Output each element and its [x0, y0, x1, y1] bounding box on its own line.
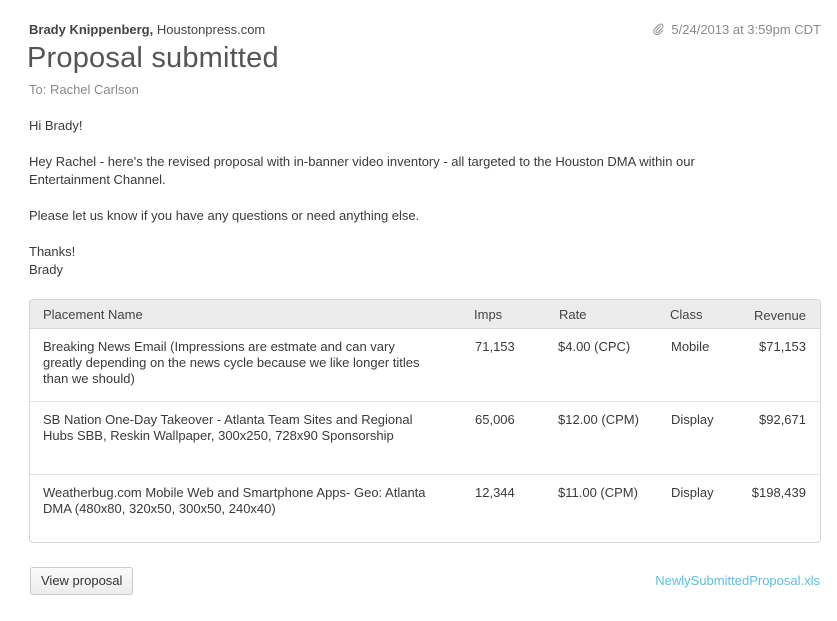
table-row: SB Nation One-Day Takeover - Atlanta Tea… — [30, 402, 820, 475]
sender-organization: Houstonpress.com — [156, 22, 266, 37]
signature: Brady — [29, 262, 63, 277]
placement-name: Weatherbug.com Mobile Web and Smartphone… — [43, 485, 426, 516]
header-imps: Imps — [474, 307, 503, 322]
placement-class: Display — [671, 485, 714, 500]
placement-revenue: $198,439 — [751, 485, 806, 500]
body-paragraph: Please let us know if you have any quest… — [29, 208, 420, 223]
table-row: Breaking News Email (Impressions are est… — [30, 329, 820, 402]
placement-revenue: $92,671 — [759, 412, 806, 427]
placement-rate: $11.00 (CPM) — [558, 485, 638, 500]
message-body: Hi Brady! Hey Rachel - here's the revise… — [29, 117, 709, 279]
placement-imps: 65,006 — [475, 412, 515, 427]
placement-revenue: $71,153 — [759, 339, 806, 354]
placement-imps: 12,344 — [475, 485, 515, 500]
placement-name: Breaking News Email (Impressions are est… — [43, 339, 420, 386]
placement-class: Display — [671, 412, 714, 427]
header-revenue: Revenue — [753, 308, 806, 323]
sender-name: Brady Knippenberg, — [29, 22, 154, 37]
attachment-link[interactable]: NewlySubmittedProposal.xls — [655, 573, 820, 588]
table-header: Placement Name Imps Rate Class Revenue — [30, 300, 820, 329]
placement-imps: 71,153 — [475, 339, 515, 354]
timestamp-text: 5/24/2013 at 3:59pm CDT — [671, 22, 821, 37]
placement-class: Mobile — [671, 339, 710, 354]
header-placement-name: Placement Name — [43, 307, 143, 322]
header-rate: Rate — [559, 307, 587, 322]
placement-rate: $12.00 (CPM) — [558, 412, 639, 427]
recipient: To: Rachel Carlson — [29, 82, 139, 97]
paperclip-icon — [652, 23, 665, 36]
placements-table: Placement Name Imps Rate Class Revenue B… — [29, 299, 821, 543]
message-title: Proposal submitted — [27, 42, 279, 74]
greeting: Hi Brady! — [29, 118, 83, 133]
view-proposal-button[interactable]: View proposal — [30, 567, 134, 595]
sender: Brady Knippenberg, Houstonpress.com — [29, 22, 265, 37]
signoff: Thanks! — [29, 244, 76, 259]
message-timestamp: 5/24/2013 at 3:59pm CDT — [652, 22, 821, 37]
placement-name: SB Nation One-Day Takeover - Atlanta Tea… — [43, 412, 413, 443]
body-paragraph: Hey Rachel - here's the revised proposal… — [29, 154, 695, 187]
table-row: Weatherbug.com Mobile Web and Smartphone… — [30, 475, 820, 542]
header-class: Class — [670, 307, 703, 322]
placement-rate: $4.00 (CPC) — [558, 339, 631, 354]
